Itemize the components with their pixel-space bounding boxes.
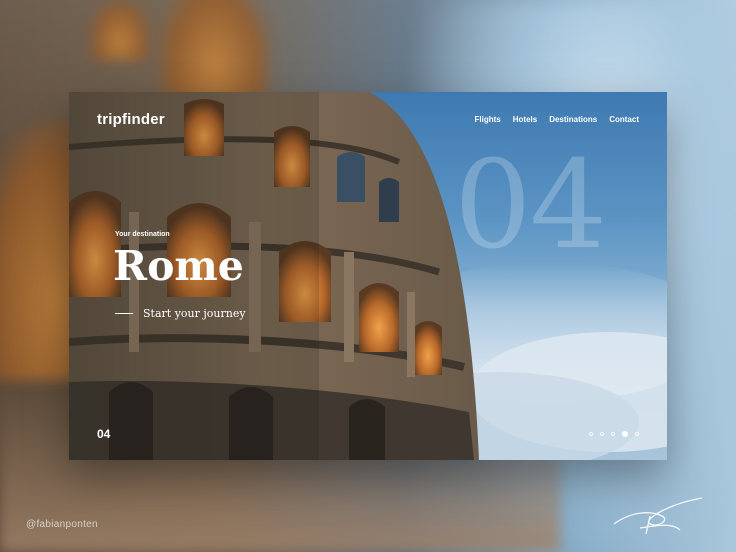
cta-line-icon	[115, 313, 133, 314]
bg-arch	[90, 0, 150, 60]
pagination-dot-5[interactable]	[635, 432, 639, 436]
start-journey-link[interactable]: Start your journey	[115, 307, 246, 320]
pagination-dot-3[interactable]	[611, 432, 615, 436]
destination-title: Rome	[113, 242, 244, 290]
slide-number-watermark: 04	[454, 134, 607, 276]
author-credit: @fabianponten	[26, 519, 98, 530]
pagination-dot-4-active[interactable]	[622, 431, 628, 437]
nav-hotels[interactable]: Hotels	[513, 115, 537, 124]
signature-icon	[613, 497, 703, 535]
cta-label: Start your journey	[143, 307, 246, 320]
pagination-dot-2[interactable]	[600, 432, 604, 436]
nav-flights[interactable]: Flights	[475, 115, 501, 124]
main-nav: Flights Hotels Destinations Contact	[475, 115, 639, 124]
pagination-dot-1[interactable]	[589, 432, 593, 436]
nav-contact[interactable]: Contact	[609, 115, 639, 124]
hero-card: tripfinder Flights Hotels Destinations C…	[69, 92, 667, 460]
page-number: 04	[97, 427, 111, 441]
hero-subtitle: Your destination	[115, 231, 170, 238]
brand-logo[interactable]: tripfinder	[97, 111, 165, 128]
nav-destinations[interactable]: Destinations	[549, 115, 597, 124]
bg-arch	[160, 0, 270, 100]
slide-pagination	[589, 431, 639, 437]
